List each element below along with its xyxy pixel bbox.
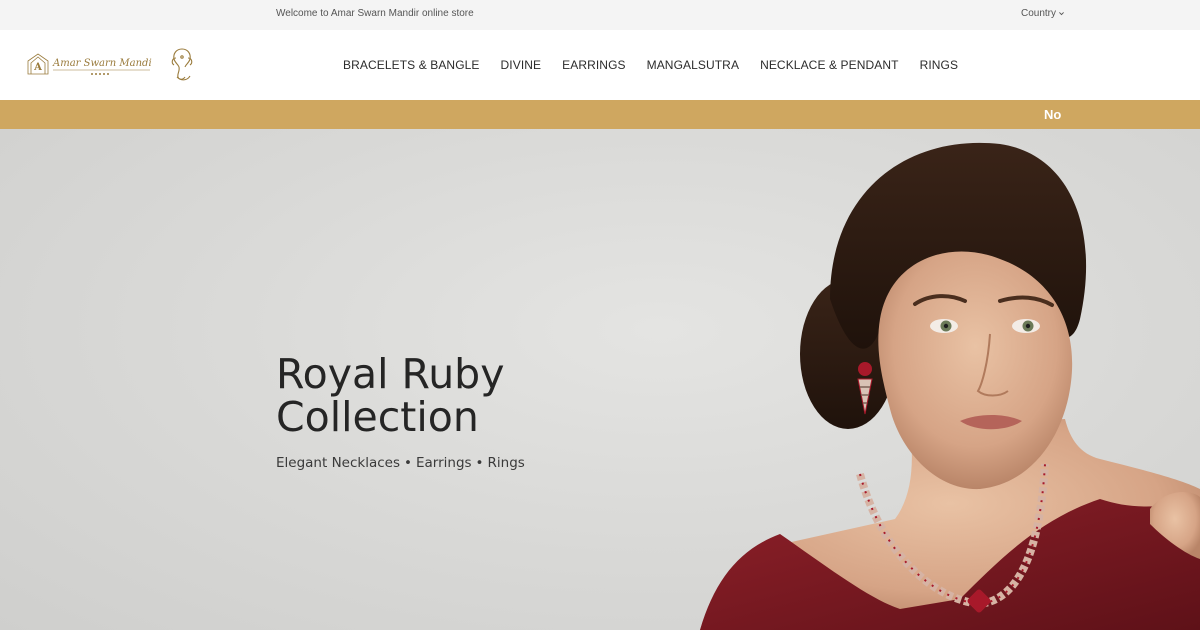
hero-subtitle-item-rings: Rings bbox=[487, 455, 525, 471]
hero-subtitle: Elegant Necklaces • Earrings • Rings bbox=[276, 455, 525, 471]
hero-subtitle-separator: • bbox=[404, 455, 412, 471]
main-navigation: BRACELETS & BANGLE DIVINE EARRINGS MANGA… bbox=[343, 58, 958, 72]
hero-subtitle-item-necklaces: Elegant Necklaces bbox=[276, 455, 400, 471]
announcement-marquee-text: No bbox=[1044, 107, 1062, 122]
hero-title-line-1: Royal Ruby bbox=[276, 350, 505, 398]
nav-item-rings[interactable]: RINGS bbox=[920, 58, 959, 72]
chevron-down-icon bbox=[1059, 12, 1064, 16]
welcome-message: Welcome to Amar Swarn Mandir online stor… bbox=[276, 8, 474, 19]
country-label: Country bbox=[1021, 8, 1057, 19]
nav-item-necklace-pendant[interactable]: NECKLACE & PENDANT bbox=[760, 58, 899, 72]
top-utility-bar: Welcome to Amar Swarn Mandir online stor… bbox=[0, 0, 1200, 30]
hero-title-line-2: Collection bbox=[276, 393, 479, 441]
svg-text:Amar Swarn Mandir: Amar Swarn Mandir bbox=[52, 58, 152, 69]
announcement-bar: No bbox=[0, 100, 1200, 129]
hero-subtitle-item-earrings: Earrings bbox=[415, 455, 472, 471]
ganesha-emblem-icon bbox=[171, 48, 193, 81]
hero-model-image bbox=[700, 142, 1200, 630]
hero-subtitle-separator: • bbox=[475, 455, 484, 471]
hero-banner[interactable]: Royal Ruby Collection Elegant Necklaces •… bbox=[0, 129, 1200, 630]
svg-text:A: A bbox=[33, 62, 42, 73]
nav-item-bracelets-bangle[interactable]: BRACELETS & BANGLE bbox=[343, 58, 480, 72]
nav-item-mangalsutra[interactable]: MANGALSUTRA bbox=[647, 58, 739, 72]
country-selector[interactable]: Country bbox=[1021, 8, 1065, 19]
brand-logo[interactable]: A Amar Swarn Mandir bbox=[26, 52, 152, 78]
hero-title: Royal Ruby Collection bbox=[276, 353, 504, 439]
site-header: A Amar Swarn Mandir BRACELETS & BANGLE D… bbox=[0, 30, 1200, 100]
nav-item-divine[interactable]: DIVINE bbox=[501, 58, 542, 72]
nav-item-earrings[interactable]: EARRINGS bbox=[562, 58, 625, 72]
